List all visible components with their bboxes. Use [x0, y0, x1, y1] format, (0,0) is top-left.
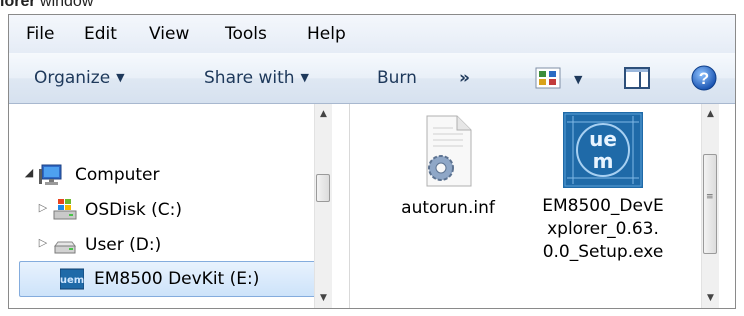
file-name-autorun: autorun.inf: [401, 198, 495, 218]
nav-scrollbar[interactable]: ▲ ▼: [314, 104, 332, 308]
caption-text: window: [35, 0, 94, 10]
organize-dropdown-icon: ▼: [116, 71, 125, 84]
menu-file[interactable]: File: [26, 24, 54, 44]
nav-item-em8500-drive[interactable]: uem EM8500 DevKit (E:): [19, 261, 317, 297]
help-icon: ?: [691, 65, 717, 91]
preview-pane-icon: [624, 67, 650, 89]
window-caption: lorer window: [0, 0, 93, 12]
explorer-window: File Edit View Tools Help Organize ▼ Shar…: [8, 14, 736, 309]
share-with-dropdown-icon: ▼: [300, 71, 309, 84]
em-drive-icon: uem: [59, 268, 85, 292]
collapse-arrow-icon[interactable]: ◢: [23, 166, 35, 179]
file-item-autorun[interactable]: autorun.inf: [383, 114, 513, 220]
menu-bar: File Edit View Tools Help: [9, 15, 735, 54]
share-with-button[interactable]: Share with ▼: [204, 67, 309, 91]
expand-arrow-icon[interactable]: ▷: [37, 201, 49, 214]
nav-item-osdisk[interactable]: ▷ OSDisk (C:): [9, 193, 299, 227]
help-glyph: ?: [699, 69, 709, 88]
em-setup-icon: ue m: [563, 112, 643, 188]
computer-icon: [39, 163, 63, 187]
file-list-pane: autorun.inf ue m EM8500_DevExplorer_0.63…: [350, 104, 719, 308]
burn-button[interactable]: Burn: [377, 67, 417, 89]
nav-label-em8500-drive: EM8500 DevKit (E:): [94, 269, 260, 289]
scroll-down-icon[interactable]: ▼: [315, 290, 332, 307]
nav-item-computer[interactable]: ◢ Computer: [9, 158, 299, 192]
menu-view[interactable]: View: [149, 24, 189, 44]
file-item-em8500-setup[interactable]: ue m EM8500_DevExplorer_0.63.0.0_Setup.e…: [533, 112, 673, 264]
menu-tools[interactable]: Tools: [225, 24, 267, 44]
help-button[interactable]: ?: [691, 65, 717, 91]
burn-label: Burn: [377, 68, 417, 88]
nav-label-computer: Computer: [75, 165, 160, 185]
menu-help[interactable]: Help: [307, 24, 346, 44]
caption-bold-text: lorer: [0, 0, 36, 10]
nav-label-user-drive: User (D:): [85, 235, 162, 255]
view-grid-icon: [535, 67, 561, 89]
preview-pane-button[interactable]: [623, 66, 651, 90]
inf-file-icon: [426, 115, 472, 187]
svg-text:ue: ue: [589, 127, 617, 151]
view-dropdown-icon[interactable]: ▼: [574, 69, 582, 93]
file-scroll-thumb[interactable]: ≡: [703, 154, 717, 254]
grip-icon: ≡: [706, 192, 714, 202]
file-scrollbar[interactable]: ▲ ≡ ▼: [701, 104, 719, 308]
svg-text:m: m: [593, 149, 614, 173]
hard-drive-icon: [53, 233, 77, 257]
content-area: ◢ Computer ▷ OSDisk (C:) ▷ User (D:) uem…: [9, 104, 735, 308]
menu-edit[interactable]: Edit: [84, 24, 117, 44]
nav-scroll-thumb[interactable]: [316, 174, 330, 202]
nav-label-osdisk: OSDisk (C:): [85, 200, 182, 220]
windows-drive-icon: [53, 198, 77, 222]
scroll-down-icon[interactable]: ▼: [702, 290, 719, 307]
share-with-label: Share with: [204, 68, 295, 88]
svg-text:uem: uem: [60, 275, 84, 286]
command-bar: Organize ▼ Share with ▼ Burn » ▼ ?: [9, 53, 735, 104]
scroll-up-icon[interactable]: ▲: [315, 106, 332, 123]
nav-item-user-drive[interactable]: ▷ User (D:): [9, 228, 299, 262]
scroll-up-icon[interactable]: ▲: [702, 106, 719, 123]
more-commands-button[interactable]: »: [459, 67, 470, 89]
view-options-button[interactable]: [535, 67, 561, 89]
file-name-em8500-setup: EM8500_DevExplorer_0.63.0.0_Setup.exe: [542, 196, 664, 262]
organize-button[interactable]: Organize ▼: [34, 67, 125, 91]
navigation-pane: ◢ Computer ▷ OSDisk (C:) ▷ User (D:) uem…: [9, 104, 332, 308]
expand-arrow-icon[interactable]: ▷: [37, 236, 49, 249]
organize-label: Organize: [34, 68, 111, 88]
